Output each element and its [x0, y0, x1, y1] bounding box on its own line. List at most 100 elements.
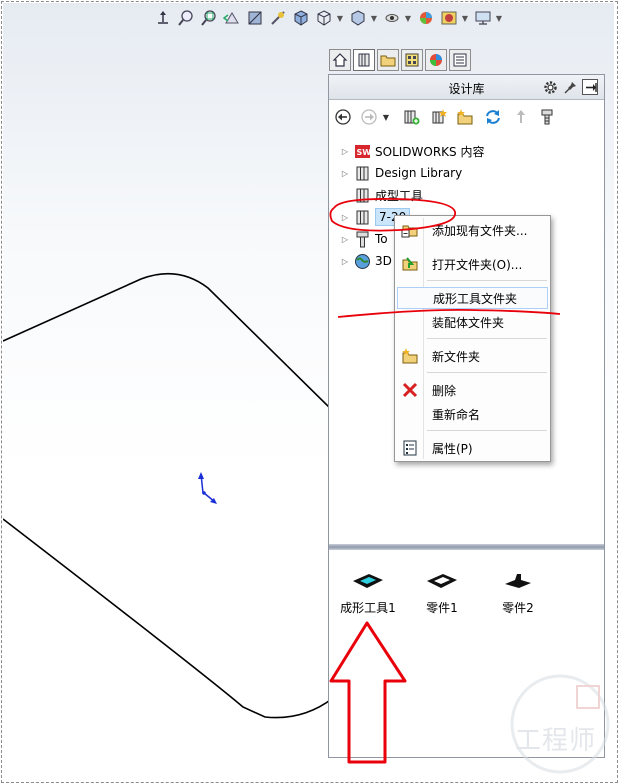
tab-custom-properties[interactable]	[449, 49, 471, 71]
tree-item-toolbox[interactable]: ▷ To	[339, 229, 388, 249]
3d-content-central-icon	[353, 252, 371, 270]
tree-label: 成型工具	[375, 188, 424, 203]
view-settings-caret[interactable]: ▼	[495, 8, 503, 29]
tree-item-forming-tools[interactable]: 成型工具	[339, 185, 423, 205]
new-folder-icon	[397, 345, 423, 367]
monitor-icon	[475, 11, 490, 25]
edit-appearance-button[interactable]	[381, 8, 402, 29]
menu-item-rename[interactable]: 重新命名	[397, 403, 548, 425]
normal-to-button[interactable]	[152, 8, 173, 29]
hide-show-items-button[interactable]	[347, 8, 368, 29]
tree-item-3d-content-central[interactable]: ▷ 3D	[339, 251, 392, 271]
appearance-caret[interactable]: ▼	[404, 8, 412, 29]
tab-view-palette[interactable]	[401, 49, 423, 71]
tree-item-design-library[interactable]: ▷ Design Library	[339, 163, 462, 183]
menu-item-delete[interactable]: 删除	[397, 379, 548, 401]
tree-item-solidworks-content[interactable]: ▷ SW SOLIDWORKS 内容	[339, 141, 484, 161]
refresh-button[interactable]	[483, 108, 503, 126]
no-expand-spacer	[339, 189, 351, 201]
library-folder-icon	[353, 186, 371, 204]
solidworks-logo-icon: SW	[353, 142, 371, 160]
home-icon	[332, 53, 348, 67]
zoom-to-area-button[interactable]	[198, 8, 219, 29]
part-thumbnail	[483, 563, 553, 599]
design-library-toolbar: ▼	[329, 100, 604, 132]
add-file-location-icon	[432, 109, 447, 124]
file-item[interactable]: 零件1	[407, 563, 477, 616]
menu-separator	[427, 280, 547, 281]
context-menu: 添加现有文件夹... 打开文件夹(O)... 成形工具文件夹 装配体文件夹 新文…	[394, 215, 551, 462]
display-style-caret[interactable]: ▼	[336, 8, 344, 29]
toolbox-icon	[353, 230, 371, 248]
menu-item-properties[interactable]: 属性(P)	[397, 437, 548, 459]
tab-appearances[interactable]	[425, 49, 447, 71]
color-sphere-icon	[419, 12, 432, 24]
add-to-library-icon	[404, 110, 420, 125]
menu-item-new-folder[interactable]: 新文件夹	[397, 345, 548, 367]
menu-separator	[427, 430, 547, 431]
origin-triad-icon	[198, 472, 217, 504]
apply-scene-button[interactable]	[415, 8, 436, 29]
expand-arrow-icon[interactable]: ▷	[339, 211, 351, 223]
menu-separator	[427, 372, 547, 373]
tree-label: 3D	[375, 254, 392, 268]
forming-tool-thumbnail	[333, 563, 403, 599]
menu-item-forming-tool-folder[interactable]: 成形工具文件夹	[397, 287, 548, 309]
annotation-view-icon	[270, 11, 285, 25]
refresh-icon	[486, 110, 500, 124]
view-orientation-button[interactable]	[290, 8, 311, 29]
dynamic-annotation-view-button[interactable]	[267, 8, 288, 29]
menu-item-add-existing-folder[interactable]: 添加现有文件夹...	[397, 219, 548, 241]
folder-icon	[380, 55, 396, 67]
display-style-button[interactable]	[313, 8, 334, 29]
expand-arrow-icon[interactable]: ▷	[339, 255, 351, 267]
previous-view-button[interactable]	[221, 8, 242, 29]
section-view-icon	[248, 11, 261, 25]
library-folder-icon	[353, 164, 371, 182]
up-one-level-button[interactable]	[511, 108, 531, 126]
add-file-location-button[interactable]	[429, 108, 449, 126]
section-view-button[interactable]	[244, 8, 265, 29]
back-button[interactable]	[333, 108, 353, 126]
delete-x-icon	[397, 379, 423, 401]
up-arrow-icon	[517, 110, 525, 123]
tab-file-explorer[interactable]	[377, 49, 399, 71]
zoom-to-fit-button[interactable]	[175, 8, 196, 29]
history-dropdown[interactable]: ▼	[381, 108, 391, 126]
add-to-library-button[interactable]	[401, 108, 421, 126]
file-label: 成形工具1	[340, 601, 396, 615]
view-settings-button[interactable]	[472, 8, 493, 29]
expand-arrow-icon[interactable]: ▷	[339, 167, 351, 179]
properties-icon	[397, 437, 423, 459]
arrow-right-bar-icon	[585, 82, 597, 92]
display-style-icon	[317, 10, 330, 26]
expand-arrow-icon[interactable]: ▷	[339, 145, 351, 157]
pane-options-button[interactable]	[542, 79, 558, 95]
watermark-text: 工程师	[515, 726, 597, 756]
tab-solidworks-resources[interactable]	[329, 49, 351, 71]
toolbox-button[interactable]	[537, 108, 557, 126]
create-new-folder-button[interactable]	[455, 108, 475, 126]
forward-button[interactable]	[359, 108, 379, 126]
file-label: 零件1	[426, 601, 458, 615]
hide-show-items-icon	[351, 10, 364, 26]
scene-icon	[441, 11, 456, 25]
collapse-pane-button[interactable]	[582, 79, 598, 95]
pin-button[interactable]	[562, 79, 578, 95]
expand-arrow-icon[interactable]: ▷	[339, 233, 351, 245]
bolt-icon	[541, 109, 553, 125]
hide-show-caret[interactable]: ▼	[370, 8, 378, 29]
eye-icon	[385, 14, 398, 22]
sheet-metal-part-edge	[3, 272, 334, 719]
custom-properties-icon	[453, 53, 467, 67]
pane-splitter[interactable]	[329, 544, 604, 550]
file-item[interactable]: 零件2	[483, 563, 553, 616]
add-folder-icon	[397, 219, 423, 241]
file-item[interactable]: 成形工具1	[333, 563, 403, 616]
open-folder-icon	[397, 253, 423, 275]
scene-caret[interactable]: ▼	[461, 8, 469, 29]
menu-item-assembly-folder[interactable]: 装配体文件夹	[397, 311, 548, 333]
tab-design-library[interactable]	[353, 49, 375, 71]
scene-button[interactable]	[438, 8, 459, 29]
menu-item-open-folder[interactable]: 打开文件夹(O)...	[397, 253, 548, 275]
